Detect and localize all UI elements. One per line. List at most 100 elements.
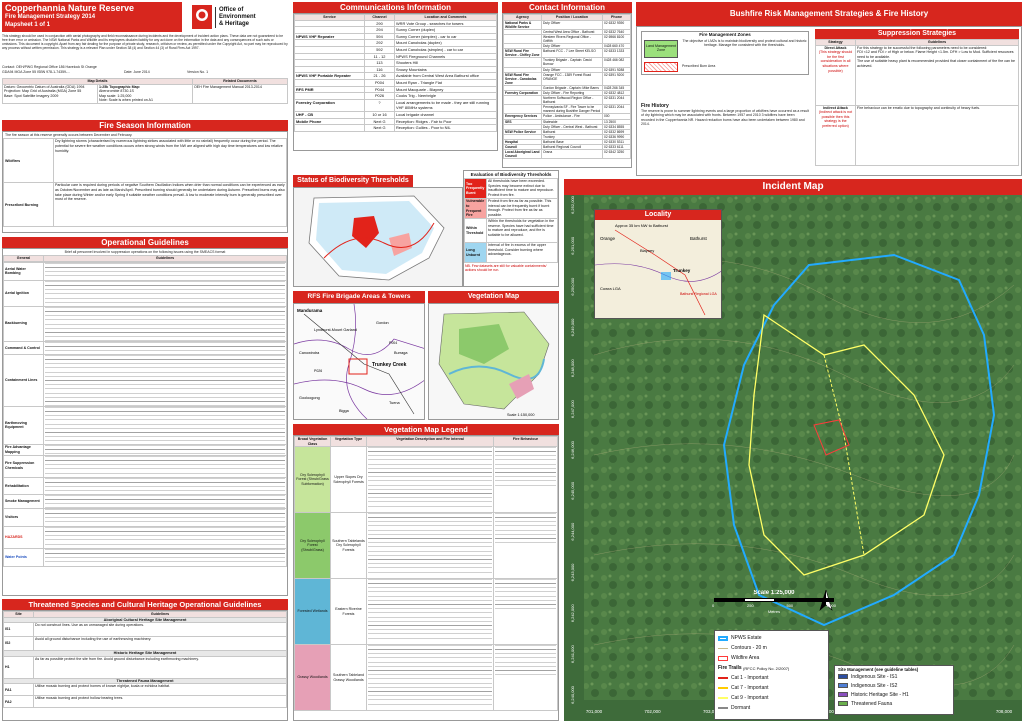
contact-phone: 02 6391 9200 <box>602 71 631 86</box>
mapsheet-label: Mapsheet 1 of 1 <box>5 22 51 28</box>
contact-position: Orana <box>541 149 603 160</box>
veg-type: Upper Slopes Dry Sclerophyll Forests <box>330 446 367 514</box>
zones-head: Fire Management Zones <box>699 32 751 37</box>
zones-box: Fire Management Zones Land Management Zo… <box>641 31 809 75</box>
operational-row-label: Fire Suppression Chemicals <box>3 454 44 478</box>
y-tick-label: 6,242,000 <box>570 604 575 623</box>
lmz-text: The objective of LMZs is to maintain bio… <box>682 39 807 48</box>
operational-row-lines <box>43 262 287 281</box>
contact-row: Trunkey Brigade - Captain: David Burrow 0… <box>503 57 631 68</box>
threatened-panel: Site Guidelines Aboriginal Cultural Heri… <box>2 610 288 721</box>
locality-title: Locality <box>595 210 721 220</box>
operational-title: Operational Guidelines <box>2 237 288 248</box>
scale-tick-1: 250 <box>747 603 754 608</box>
map-legend-box: NPWS Estate Contours - 20 m Wildfire Are… <box>714 630 829 720</box>
scale-bar <box>714 598 834 602</box>
veg-col-type: Vegetation Type <box>330 436 367 448</box>
comms-row: 290 WRR Vote Group - searches for towers <box>294 19 497 28</box>
veg-legend-panel: Broad Vegetation Class Vegetation Type V… <box>293 435 559 721</box>
veg-broad: Grassy Woodlands <box>294 644 331 712</box>
rfs-label-tuena: Tuena <box>389 401 401 405</box>
fire-season-text-wildfire: Dry lightning storms (characterised by n… <box>53 138 287 184</box>
rfs-label-gooloogong: Gooloogong <box>299 396 320 400</box>
page-title: Copperhannia Nature Reserve <box>5 3 135 13</box>
legend-fa-icon <box>838 701 848 706</box>
comms-row: 592 Mount Canobolas (simplex) - car to ca… <box>294 45 497 54</box>
legend-trails-note: (RFCC Policy No. 2/2007) <box>743 665 790 671</box>
comms-channel: 113 <box>364 59 395 67</box>
legend-contours: Contours - 20 m <box>731 645 767 651</box>
comms-location: WRR Vote Group - searches for towers <box>394 19 497 28</box>
comms-channel: Next G <box>364 124 395 132</box>
scale-tick-0: 0 <box>712 603 715 608</box>
comms-location: Mount Macquarie - Blayney <box>394 85 497 94</box>
y-tick-label: 6,243,000 <box>570 563 575 582</box>
contact-phone: 02 6331 2044 <box>602 104 631 115</box>
legend-cat7-swatch <box>718 687 728 689</box>
operational-row-lines <box>43 405 287 446</box>
comms-service: Mobile Phone <box>294 117 365 126</box>
locality-bathurst: Bathurst <box>690 236 708 241</box>
site-is2: IS2 <box>3 636 34 652</box>
contact-position: Central West Area Office - Bathurst <box>541 28 603 35</box>
veg-legend-row: Forested Wetlands Eastern Riverine Forest… <box>294 578 558 646</box>
veg-map-graphic: Scale 1:150,000 <box>438 311 550 417</box>
operational-row-lines <box>43 547 287 567</box>
eval-within: Within Threshold <box>464 218 487 243</box>
contact-agency: NSW Police Service <box>503 128 542 135</box>
biodiversity-map <box>293 187 463 287</box>
operational-row-lines <box>43 494 287 509</box>
eval-long-unburnt-text: Interval of fire in excess of the upper … <box>486 242 558 263</box>
rfs-label-lyndhurst: Lyndhurst-Mount Garland <box>314 328 357 332</box>
nsw-waratah-icon <box>192 5 212 29</box>
contact-phone: 0428 466 082 <box>602 57 631 68</box>
contact-position: Gordon Brigade - Captain: Mike Barns <box>541 84 603 92</box>
veg-legend-table: Broad Vegetation Class Vegetation Type V… <box>294 436 558 712</box>
comms-service <box>294 45 365 54</box>
rfs-label-canowindra: Canowindra <box>299 351 320 355</box>
eval-within-text: Within the thresholds for vegetation in … <box>486 218 558 243</box>
comms-location: Mount Ryan - Triangle Flat <box>394 78 497 87</box>
rfs-map-graphic: Mandurama Lyndhurst-Mount Garland Canowi… <box>294 304 424 419</box>
veg-col-desc: Vegetation Description and Fire Interval <box>366 436 494 448</box>
veg-broad: Dry Sclerophyll Forest (Shrub/Grass) <box>294 512 331 580</box>
veg-map-title: Vegetation Map <box>428 291 559 303</box>
brigade-boundary-2 <box>346 304 368 419</box>
y-tick-label: 6,241,000 <box>570 644 575 663</box>
comms-channel: P004 <box>364 78 395 87</box>
supp-g2: FDI <12 and FDI > of High or below. Flam… <box>857 50 1014 59</box>
legend-cat7: Cat 7 - Important <box>731 685 769 691</box>
contact-agency <box>503 33 542 45</box>
site-fa1-text: Utilise mosaic burning and protect homes… <box>33 683 287 697</box>
comms-service <box>294 65 365 74</box>
suppression-table: Strategy Guidelines Direct Attack (This … <box>815 39 1019 166</box>
comms-location: Mount Canobolas (simplex) - car to car <box>394 45 497 54</box>
site-fa1: FA1 <box>3 683 34 697</box>
comms-channel: 594 <box>364 32 395 41</box>
contact-phone: 02 6333 1333 <box>602 48 631 59</box>
veg-broad: Forested Wetlands <box>294 578 331 646</box>
comms-row: P026 Cooks Trig - Neerbrigle <box>294 92 497 100</box>
lmz-swatch: Land Management Zone <box>644 40 678 58</box>
x-tick-label: 701,000 <box>586 709 603 714</box>
comms-channel: 292 <box>364 39 395 47</box>
y-tick-label: 6,244,000 <box>570 522 575 541</box>
contact-agency: Local Aboriginal Land Council <box>503 149 542 160</box>
comms-row: NPWS VHF Portable Repeater 21 - 26 Availab… <box>294 72 497 80</box>
operational-row-lines <box>43 305 287 342</box>
scale-tick-3: 1,000 <box>825 603 836 608</box>
comms-row: 113 Shooters Hill <box>294 59 497 67</box>
supp-g4: Fire behaviour can be erratic due to top… <box>857 105 981 110</box>
veg-legend-row: Dry Sclerophyll Forest (Shrub/Grass) Sout… <box>294 512 558 580</box>
contact-row: NSW Rural Fire Service - Canobolas Zone O… <box>503 71 631 86</box>
contact-position: Western Rivers Regional Office - Griffit… <box>541 33 603 45</box>
comms-row: 294 Sunny Corner (duplex) <box>294 26 497 34</box>
comms-service <box>294 52 365 61</box>
comms-location: Local arrangements to be made - they are… <box>394 98 497 112</box>
locality-trunkey: Trunkey <box>673 268 691 273</box>
comms-service <box>294 124 365 132</box>
comms-row: Forestry Corporation? Local arrangements … <box>294 98 497 112</box>
contact-position: Trunkey Brigade - Captain: David Burrow <box>541 57 603 68</box>
biodiversity-map-graphic <box>308 195 445 281</box>
comms-channel: P026 <box>364 92 395 100</box>
